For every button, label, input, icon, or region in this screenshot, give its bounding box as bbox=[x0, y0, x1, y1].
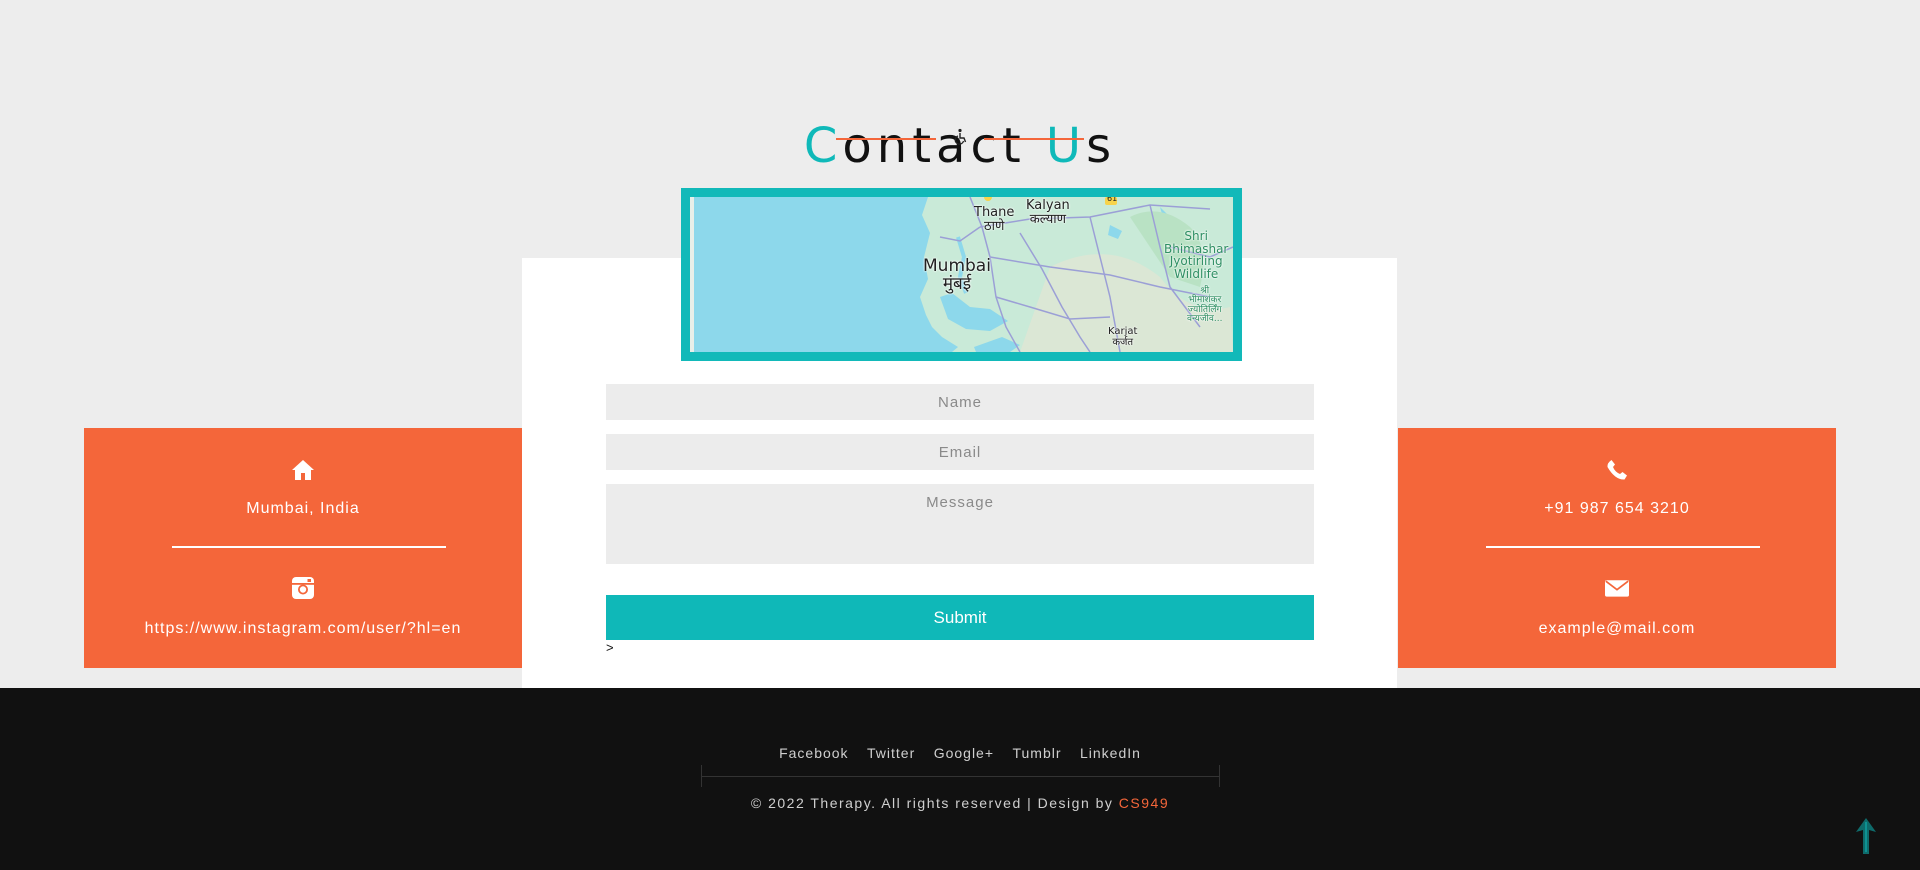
map-label-karjat: Karjat कर्जत bbox=[1108, 326, 1138, 348]
map-label-kalyan: Kalyan कल्याण bbox=[1026, 199, 1070, 226]
name-input[interactable] bbox=[606, 384, 1314, 420]
footer-divider bbox=[701, 765, 1220, 787]
title-divider-left bbox=[836, 138, 936, 140]
footer-link-linkedin[interactable]: LinkedIn bbox=[1080, 745, 1141, 761]
stray-text: > bbox=[606, 640, 614, 655]
footer-link-twitter[interactable]: Twitter bbox=[867, 745, 915, 761]
map-frame: Thane ठाणे Kalyan कल्याण Mumbai मुंबई Shri … bbox=[681, 188, 1242, 361]
info-divider-left bbox=[172, 546, 446, 548]
map-highway-marker: 61 bbox=[1107, 197, 1118, 203]
title-part-2: s bbox=[1086, 117, 1117, 174]
map-label-mumbai-hi: मुंबई bbox=[942, 273, 972, 294]
info-card-left: Mumbai, India https://www.instagram.com/… bbox=[84, 428, 522, 668]
wheelchair-icon bbox=[954, 128, 967, 145]
map-label-thane: Thane ठाणे bbox=[974, 206, 1014, 233]
phone-number[interactable]: +91 987 654 3210 bbox=[1398, 500, 1836, 518]
designer-link[interactable]: CS949 bbox=[1119, 795, 1169, 811]
map-label-karjat-hi: कर्जत bbox=[1112, 336, 1134, 348]
map-label-shri-hi: श्री भीमाशंकर ज्योतिर्लिंग वन्यजीव... bbox=[1187, 286, 1223, 325]
map-label-karjat-en: Karjat bbox=[1108, 326, 1138, 337]
social-links: Facebook Twitter Google+ Tumblr LinkedIn bbox=[0, 745, 1920, 763]
footer-link-googleplus[interactable]: Google+ bbox=[934, 745, 994, 761]
map-label-kalyan-hi: कल्याण bbox=[1029, 211, 1066, 227]
footer-link-tumblr[interactable]: Tumblr bbox=[1012, 745, 1061, 761]
map-label-thane-hi: ठाणे bbox=[984, 218, 1005, 234]
info-card-right: +91 987 654 3210 example@mail.com bbox=[1398, 428, 1836, 668]
arrow-up-icon[interactable] bbox=[1856, 818, 1876, 854]
map-label-shri: Shri Bhimashar Jyotirling Wildlife bbox=[1164, 229, 1229, 281]
info-divider-right bbox=[1486, 546, 1760, 548]
footer-divider-line bbox=[702, 776, 1219, 777]
copyright: © 2022 Therapy. All rights reserved | De… bbox=[0, 795, 1920, 811]
message-textarea[interactable] bbox=[606, 484, 1314, 564]
envelope-icon bbox=[1605, 580, 1629, 597]
address-text: Mumbai, India bbox=[246, 500, 360, 517]
phone-icon bbox=[1607, 460, 1627, 480]
instagram-icon[interactable] bbox=[291, 576, 315, 600]
home-icon bbox=[292, 460, 314, 480]
map-label-mumbai: Mumbai मुंबई bbox=[923, 257, 991, 294]
title-divider-right bbox=[984, 138, 1084, 140]
submit-button[interactable]: Submit bbox=[606, 595, 1314, 640]
copyright-text: © 2022 Therapy. All rights reserved | De… bbox=[750, 795, 1119, 811]
email-input[interactable] bbox=[606, 434, 1314, 470]
footer: Facebook Twitter Google+ Tumblr LinkedIn… bbox=[0, 688, 1920, 870]
map-embed[interactable]: Thane ठाणे Kalyan कल्याण Mumbai मुंबई Shri … bbox=[690, 197, 1233, 352]
email-address[interactable]: example@mail.com bbox=[1398, 620, 1836, 638]
footer-link-facebook[interactable]: Facebook bbox=[779, 745, 848, 761]
title-decoration bbox=[836, 128, 1084, 148]
instagram-link[interactable]: https://www.instagram.com/user/?hl=en bbox=[84, 620, 522, 638]
